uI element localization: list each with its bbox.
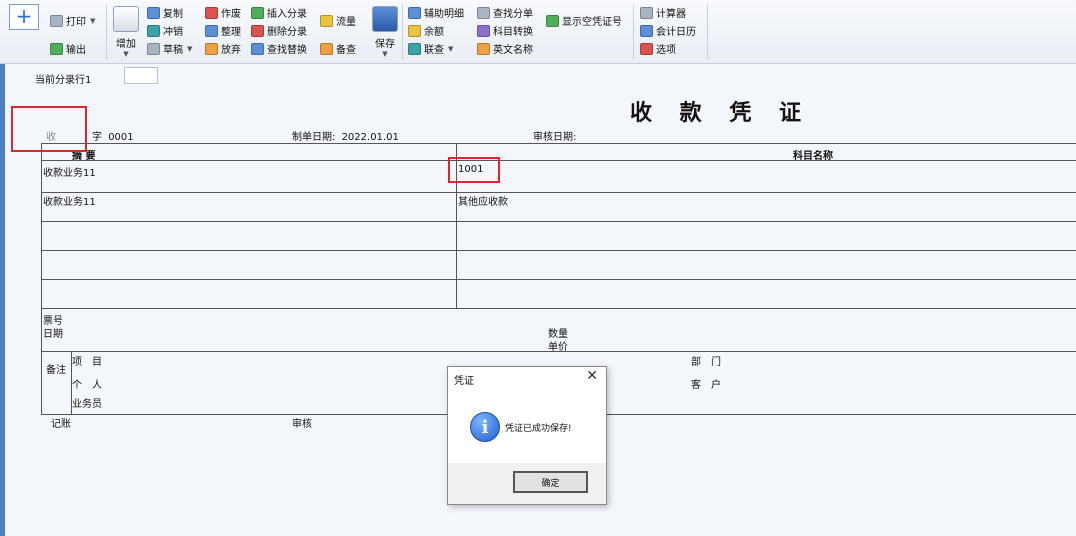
- options-icon: [640, 42, 653, 55]
- calendar-icon: [640, 24, 653, 37]
- flow-button[interactable]: 流量: [320, 13, 356, 28]
- department-label: 部 门: [691, 357, 721, 368]
- floppy-disk-icon: [372, 6, 398, 32]
- chevron-down-icon[interactable]: ▼: [448, 45, 453, 53]
- current-row-label: 当前分录行1: [35, 75, 92, 86]
- void-button[interactable]: 作废: [205, 5, 241, 20]
- detail-icon: [408, 6, 421, 19]
- save-success-dialog: 凭证 ✕ i 凭证已成功保存! 确定: [447, 366, 607, 505]
- link-query-button[interactable]: 联查 ▼: [408, 41, 453, 56]
- delete-icon: [251, 24, 264, 37]
- dialog-message: 凭证已成功保存!: [505, 424, 572, 434]
- row-1-summary[interactable]: 收款业务11: [43, 164, 96, 179]
- dialog-title: 凭证: [454, 376, 474, 387]
- aux-detail-button[interactable]: 辅助明细: [408, 5, 464, 20]
- add-document-icon: [113, 6, 139, 32]
- customer-label: 客 户: [691, 380, 721, 391]
- new-tab-button[interactable]: +: [9, 4, 39, 30]
- page-title: 收 款 凭 证: [630, 100, 811, 126]
- tidy-icon: [205, 24, 218, 37]
- copy-button[interactable]: 复制: [147, 5, 183, 20]
- balance-button[interactable]: 余额: [408, 23, 444, 38]
- printer-icon: [50, 14, 63, 27]
- auditor-label: 审核: [292, 419, 312, 430]
- reverse-icon: [147, 24, 160, 37]
- unit-price-label: 单价: [548, 342, 568, 353]
- copy-icon: [147, 6, 160, 19]
- void-icon: [205, 6, 218, 19]
- options-button[interactable]: 选项: [640, 41, 676, 56]
- chevron-down-icon[interactable]: ▼: [90, 17, 95, 25]
- chevron-down-icon[interactable]: ▼: [123, 50, 128, 58]
- balance-icon: [408, 24, 421, 37]
- abandon-icon: [205, 42, 218, 55]
- save-button[interactable]: 保存 ▼: [372, 6, 398, 58]
- toolbar: + 打印 ▼ 输出 增加 ▼ 复制 冲销 草稿 ▼ 作废 整理 放弃 插入分录 删除…: [0, 0, 1076, 64]
- remark-label: 备注: [46, 365, 66, 376]
- info-icon: i: [470, 412, 500, 442]
- voucher-date: 制单日期: 2022.01.01: [292, 128, 402, 144]
- find-entry-button[interactable]: 查找分单: [477, 5, 533, 20]
- tidy-button[interactable]: 整理: [205, 23, 241, 38]
- english-icon: [477, 42, 490, 55]
- memo-check-button[interactable]: 备查: [320, 41, 356, 56]
- bookkeeper-label: 记账: [51, 419, 71, 430]
- voucher-number: 字 0001: [92, 128, 137, 144]
- row-2-account[interactable]: 其他应收款: [458, 193, 508, 208]
- highlight-account-code: [448, 157, 500, 183]
- draft-icon: [147, 42, 160, 55]
- draft-button[interactable]: 草稿 ▼: [147, 41, 192, 56]
- ok-button[interactable]: 确定: [513, 471, 588, 493]
- reverse-button[interactable]: 冲销: [147, 23, 183, 38]
- highlight-voucher-type: [11, 106, 87, 152]
- find-icon: [477, 6, 490, 19]
- left-rail: [0, 64, 5, 536]
- calculator-button[interactable]: 计算器: [640, 5, 686, 20]
- row-2-summary[interactable]: 收款业务11: [43, 193, 96, 208]
- dialog-footer: 确定: [448, 463, 606, 504]
- flow-icon: [320, 14, 333, 27]
- insert-entry-button[interactable]: 插入分录: [251, 5, 307, 20]
- salesman-label: 业务员: [72, 399, 102, 410]
- find-replace-button[interactable]: 查找替换: [251, 41, 307, 56]
- link-icon: [408, 42, 421, 55]
- chevron-down-icon[interactable]: ▼: [187, 45, 192, 53]
- person-label: 个 人: [72, 380, 102, 391]
- add-button[interactable]: 增加 ▼: [113, 6, 139, 58]
- abandon-button[interactable]: 放弃: [205, 41, 241, 56]
- show-empty-no-button[interactable]: 显示空凭证号: [546, 13, 622, 28]
- english-name-button[interactable]: 英文名称: [477, 41, 533, 56]
- audit-date-label: 审核日期:: [533, 132, 577, 143]
- delete-entry-button[interactable]: 删除分录: [251, 23, 307, 38]
- ticket-date-label: 日期: [43, 329, 63, 340]
- chevron-down-icon[interactable]: ▼: [382, 50, 387, 58]
- col-account-header: 科目名称: [793, 151, 833, 162]
- convert-icon: [477, 24, 490, 37]
- find-replace-icon: [251, 42, 264, 55]
- insert-icon: [251, 6, 264, 19]
- print-button[interactable]: 打印 ▼: [50, 13, 95, 28]
- export-button[interactable]: 输出: [50, 41, 86, 56]
- export-icon: [50, 42, 63, 55]
- project-label: 项 目: [72, 357, 102, 368]
- memo-icon: [320, 42, 333, 55]
- show-empty-icon: [546, 14, 559, 27]
- current-row-box[interactable]: [124, 67, 158, 84]
- close-icon[interactable]: ✕: [586, 368, 598, 384]
- calculator-icon: [640, 6, 653, 19]
- account-convert-button[interactable]: 科目转换: [477, 23, 533, 38]
- calendar-button[interactable]: 会计日历: [640, 23, 696, 38]
